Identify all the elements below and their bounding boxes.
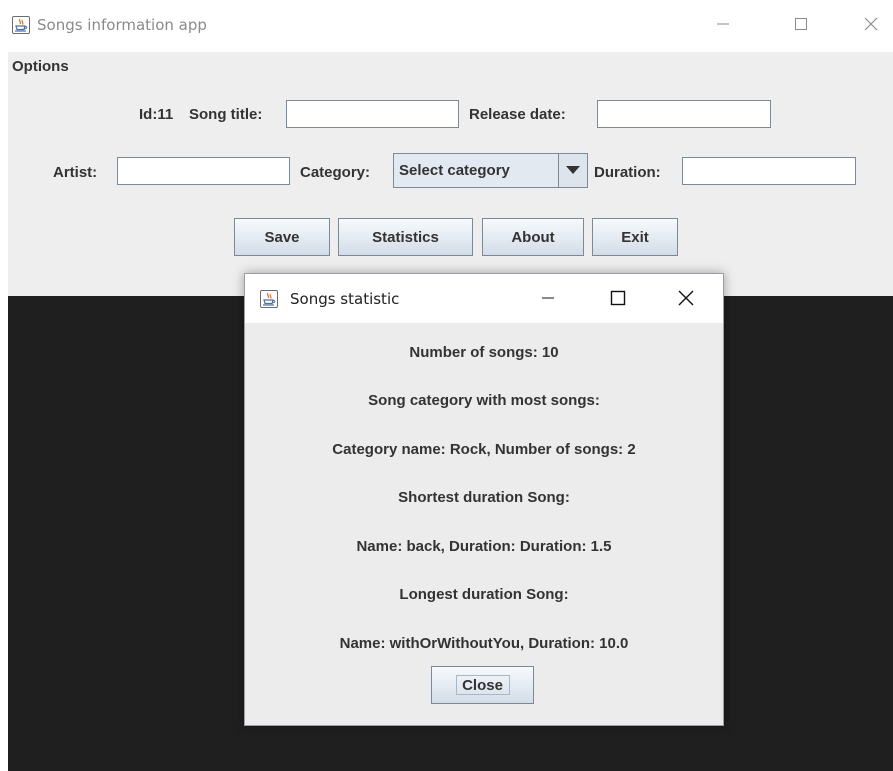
close-button-label: Close (462, 676, 503, 694)
stat-longest-song: Name: withOrWithoutYou, Duration: 10.0 (339, 635, 629, 652)
about-button[interactable]: About (482, 218, 584, 256)
stat-number-of-songs: Number of songs: 10 (409, 344, 559, 361)
minimize-icon (717, 23, 729, 25)
artist-label: Artist: (53, 164, 98, 181)
dialog-maximize-button[interactable] (595, 278, 641, 318)
artist-input[interactable] (117, 157, 290, 185)
statistics-button[interactable]: Statistics (338, 218, 473, 256)
song-title-input[interactable] (286, 100, 459, 128)
release-date-input[interactable] (597, 100, 771, 128)
stat-top-category: Category name: Rock, Number of songs: 2 (332, 441, 636, 458)
category-label: Category: (300, 164, 371, 181)
save-button[interactable]: Save (234, 218, 330, 256)
stat-most-songs-heading: Song category with most songs: (368, 392, 600, 409)
menu-bar: Options (8, 52, 893, 86)
exit-button[interactable]: Exit (592, 218, 678, 256)
dialog-title: Songs statistic (290, 290, 400, 308)
duration-label: Duration: (594, 164, 661, 181)
statistics-dialog: Songs statistic Number of songs: 10 Song… (244, 273, 724, 726)
category-dropdown-button[interactable] (558, 154, 587, 187)
maximize-icon (795, 18, 807, 30)
main-minimize-button[interactable] (700, 4, 746, 44)
menu-options[interactable]: Options (12, 58, 69, 75)
main-maximize-button[interactable] (778, 4, 824, 44)
category-select[interactable]: Select category (393, 153, 588, 188)
release-date-label: Release date: (469, 106, 566, 123)
dialog-close-action-button[interactable]: Close (431, 666, 534, 704)
song-form-panel: Id:11 Song title: Release date: Artist: … (8, 86, 893, 296)
minimize-icon (542, 297, 554, 299)
song-title-label: Song title: (189, 106, 263, 123)
java-cup-icon (260, 290, 278, 308)
stat-shortest-song: Name: back, Duration: Duration: 1.5 (356, 538, 612, 555)
triangle-down-icon (566, 166, 580, 174)
duration-input[interactable] (682, 157, 856, 185)
stat-longest-heading: Longest duration Song: (399, 586, 569, 603)
close-icon (678, 290, 694, 306)
java-cup-icon (12, 16, 30, 34)
maximize-icon (610, 290, 626, 306)
main-titlebar[interactable]: Songs information app (0, 0, 893, 52)
stat-shortest-heading: Shortest duration Song: (398, 489, 570, 506)
category-selected-value: Select category (399, 162, 510, 179)
dialog-minimize-button[interactable] (525, 278, 571, 318)
main-window-title: Songs information app (37, 16, 207, 34)
dialog-titlebar[interactable]: Songs statistic (245, 274, 723, 323)
dialog-close-button[interactable] (663, 278, 709, 318)
close-icon (864, 17, 878, 31)
id-label: Id:11 (139, 106, 174, 123)
main-close-button[interactable] (850, 4, 893, 44)
